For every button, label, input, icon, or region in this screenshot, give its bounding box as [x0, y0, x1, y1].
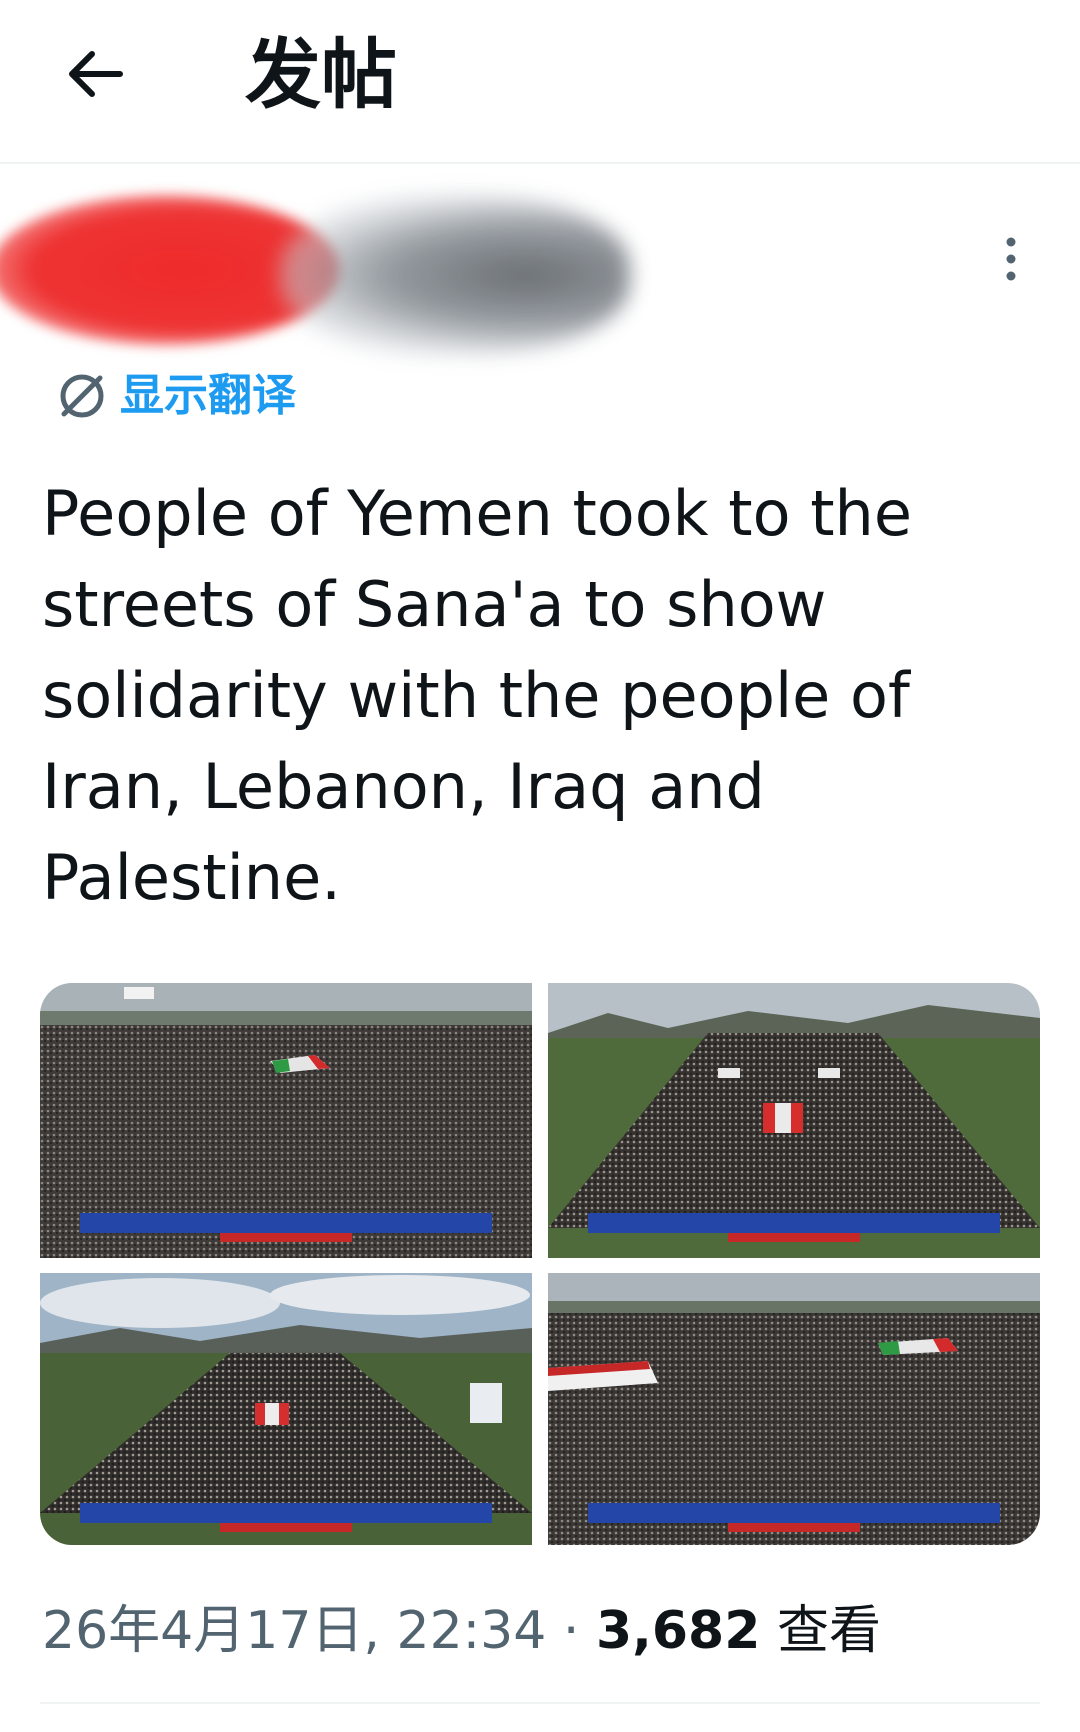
- translate-icon: [60, 374, 104, 418]
- media-photo-4[interactable]: [548, 1273, 1040, 1545]
- meta-separator: ·: [562, 1601, 580, 1661]
- redaction-gray-scribble: [280, 195, 630, 355]
- views-count: 3,682: [595, 1601, 761, 1661]
- crowd-avenue-photo: [548, 983, 1040, 1258]
- header-bar: 发帖: [0, 0, 1080, 162]
- crowd-avenue-sky-photo: [40, 1273, 532, 1545]
- more-vertical-icon: [1006, 237, 1016, 281]
- media-photo-1[interactable]: [40, 983, 532, 1258]
- media-photo-3[interactable]: [40, 1273, 532, 1545]
- crowd-flags-photo: [548, 1273, 1040, 1545]
- back-button[interactable]: [62, 40, 130, 108]
- arrow-left-icon: [69, 51, 123, 97]
- post-timestamp[interactable]: 26年4月17日, 22:34: [42, 1601, 546, 1661]
- crowd-photo: [40, 983, 532, 1258]
- bottom-divider: [40, 1702, 1040, 1704]
- header-divider: [0, 162, 1080, 164]
- media-photo-2[interactable]: [548, 983, 1040, 1258]
- post-detail-page: 发帖 显示翻译 People of Yemen took to the stre…: [0, 0, 1080, 1732]
- media-grid: [40, 983, 1040, 1545]
- show-translation-link[interactable]: 显示翻译: [54, 366, 296, 426]
- more-options-button[interactable]: [994, 234, 1028, 284]
- show-translation-label: 显示翻译: [120, 370, 296, 421]
- views-label: 查看: [776, 1601, 881, 1661]
- page-title: 发帖: [245, 30, 397, 119]
- post-meta: 26年4月17日, 22:34 · 3,682 查看: [42, 1596, 881, 1666]
- post-text: People of Yemen took to the streets of S…: [42, 477, 912, 914]
